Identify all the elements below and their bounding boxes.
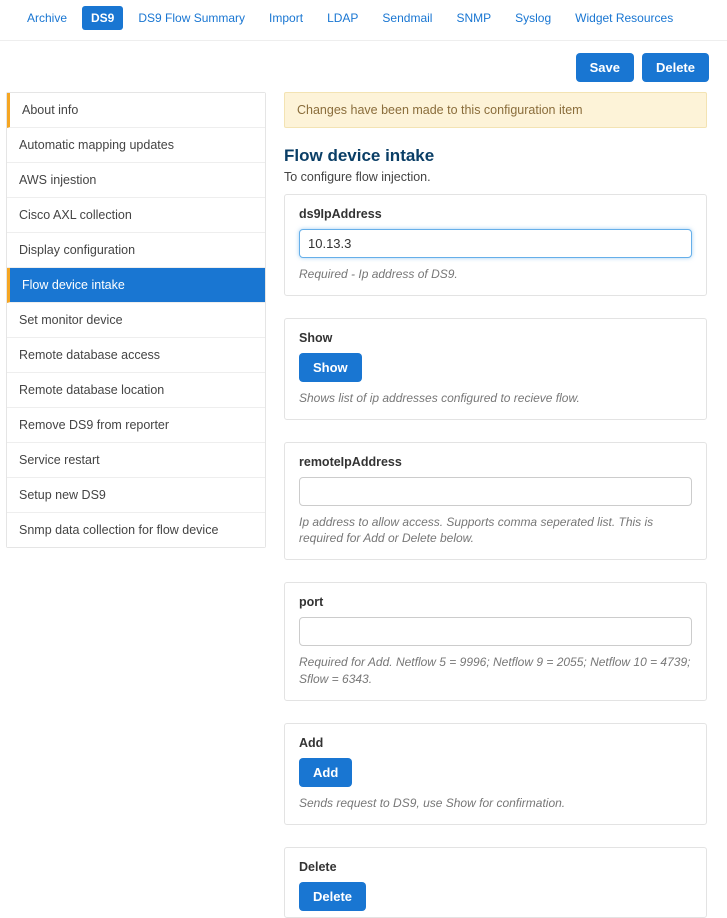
add-label: Add	[299, 736, 692, 750]
ds9ipaddress-help: Required - Ip address of DS9.	[299, 266, 692, 283]
show-block: Show Show Shows list of ip addresses con…	[284, 318, 707, 420]
topnav-item[interactable]: Import	[260, 6, 312, 30]
sidebar-item[interactable]: AWS injestion	[7, 163, 265, 198]
sidebar-item[interactable]: Flow device intake	[7, 268, 265, 303]
add-button[interactable]: Add	[299, 758, 352, 787]
action-bar: Save Delete	[0, 41, 727, 92]
topnav-item[interactable]: SNMP	[447, 6, 500, 30]
remoteipaddress-label: remoteIpAddress	[299, 455, 692, 469]
port-help: Required for Add. Netflow 5 = 9996; Netf…	[299, 654, 692, 688]
save-button[interactable]: Save	[576, 53, 634, 82]
topnav-item[interactable]: Syslog	[506, 6, 560, 30]
sidebar-item[interactable]: Cisco AXL collection	[7, 198, 265, 233]
remoteipaddress-block: remoteIpAddress Ip address to allow acce…	[284, 442, 707, 561]
port-label: port	[299, 595, 692, 609]
sidebar: About infoAutomatic mapping updatesAWS i…	[6, 92, 266, 918]
sidebar-item[interactable]: Remote database access	[7, 338, 265, 373]
ds9ipaddress-input[interactable]	[299, 229, 692, 258]
delete-button[interactable]: Delete	[642, 53, 709, 82]
topnav-item[interactable]: Widget Resources	[566, 6, 682, 30]
sidebar-item[interactable]: Automatic mapping updates	[7, 128, 265, 163]
topnav-item[interactable]: Archive	[18, 6, 76, 30]
sidebar-item[interactable]: Display configuration	[7, 233, 265, 268]
sidebar-item[interactable]: Snmp data collection for flow device	[7, 513, 265, 547]
topnav-item[interactable]: LDAP	[318, 6, 367, 30]
page-title: Flow device intake	[284, 146, 707, 166]
add-block: Add Add Sends request to DS9, use Show f…	[284, 723, 707, 825]
config-changed-alert: Changes have been made to this configura…	[284, 92, 707, 128]
sidebar-item[interactable]: Setup new DS9	[7, 478, 265, 513]
top-nav: ArchiveDS9DS9 Flow SummaryImportLDAPSend…	[0, 0, 727, 41]
show-help: Shows list of ip addresses configured to…	[299, 390, 692, 407]
port-input[interactable]	[299, 617, 692, 646]
page-subtitle: To configure flow injection.	[284, 170, 707, 184]
remoteipaddress-help: Ip address to allow access. Supports com…	[299, 514, 692, 548]
delete-block: Delete Delete	[284, 847, 707, 918]
main-panel: Changes have been made to this configura…	[284, 92, 721, 918]
add-help: Sends request to DS9, use Show for confi…	[299, 795, 692, 812]
remoteipaddress-input[interactable]	[299, 477, 692, 506]
show-button[interactable]: Show	[299, 353, 362, 382]
port-block: port Required for Add. Netflow 5 = 9996;…	[284, 582, 707, 701]
sidebar-item[interactable]: Set monitor device	[7, 303, 265, 338]
topnav-item[interactable]: DS9	[82, 6, 123, 30]
show-label: Show	[299, 331, 692, 345]
ds9ipaddress-block: ds9IpAddress Required - Ip address of DS…	[284, 194, 707, 296]
topnav-item[interactable]: DS9 Flow Summary	[129, 6, 254, 30]
sidebar-item[interactable]: About info	[7, 93, 265, 128]
delete-field-label: Delete	[299, 860, 692, 874]
topnav-item[interactable]: Sendmail	[373, 6, 441, 30]
ds9ipaddress-label: ds9IpAddress	[299, 207, 692, 221]
sidebar-item[interactable]: Remote database location	[7, 373, 265, 408]
delete-field-button[interactable]: Delete	[299, 882, 366, 911]
sidebar-item[interactable]: Service restart	[7, 443, 265, 478]
sidebar-item[interactable]: Remove DS9 from reporter	[7, 408, 265, 443]
